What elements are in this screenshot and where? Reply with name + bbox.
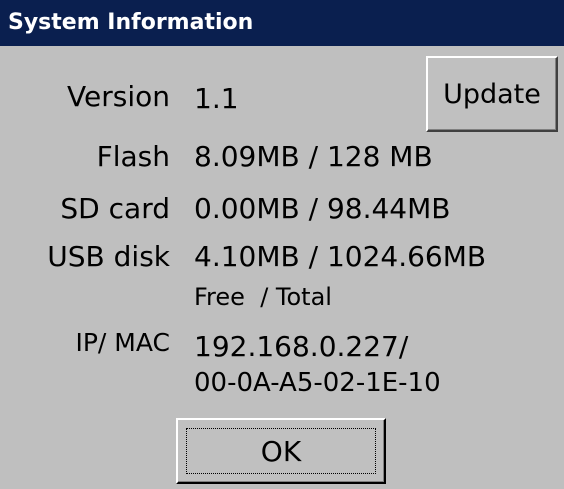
flash-value: 8.09MB / 128 MB [194,140,433,173]
dialog-title: System Information [0,0,564,46]
usb-disk-value: 4.10MB / 1024.66MB [194,240,487,273]
update-button-label: Update [443,78,541,110]
version-label: Version [67,80,170,113]
sd-card-label: SD card [60,192,170,225]
ok-button-label: OK [260,434,302,468]
usb-disk-label: USB disk [47,240,170,273]
mac-address-value: 00-0A-A5-02-1E-10 [194,368,441,398]
update-button[interactable]: Update [426,56,558,132]
system-information-dialog: System Information Version 1.1 Update Fl… [0,0,564,489]
ip-address-value: 192.168.0.227/ [194,330,409,363]
free-total-caption: Free / Total [194,283,332,311]
sd-card-value: 0.00MB / 98.44MB [194,192,451,225]
version-value: 1.1 [194,82,239,115]
ok-button-focus-rect: OK [186,428,376,474]
flash-label: Flash [96,140,170,173]
ip-mac-label: IP/ MAC [75,328,170,357]
ok-button[interactable]: OK [176,418,386,484]
